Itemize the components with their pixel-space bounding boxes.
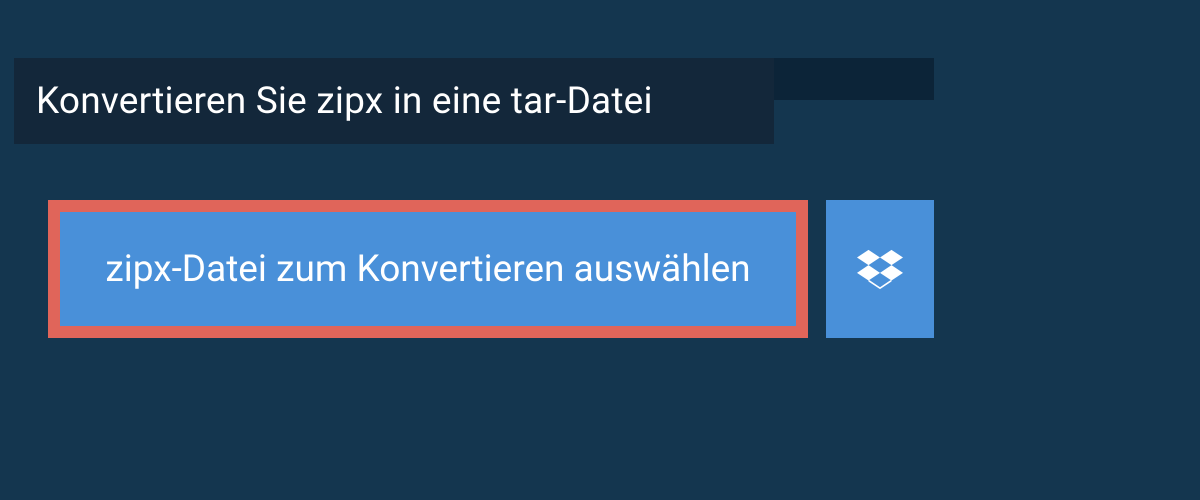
page-title: Konvertieren Sie zipx in eine tar-Datei bbox=[36, 80, 653, 123]
dropbox-icon bbox=[857, 246, 903, 292]
heading-bar: Konvertieren Sie zipx in eine tar-Datei bbox=[14, 58, 774, 144]
select-file-label: zipx-Datei zum Konvertieren auswählen bbox=[105, 248, 750, 291]
button-row: zipx-Datei zum Konvertieren auswählen bbox=[48, 200, 934, 338]
dropbox-button[interactable] bbox=[826, 200, 934, 338]
select-file-button[interactable]: zipx-Datei zum Konvertieren auswählen bbox=[48, 200, 808, 338]
